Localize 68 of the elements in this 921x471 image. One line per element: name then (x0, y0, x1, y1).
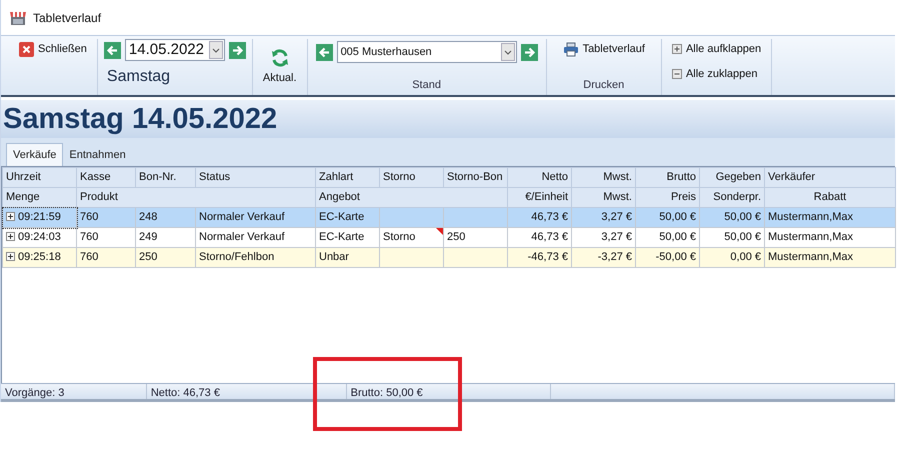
close-button[interactable]: Schließen (17, 39, 89, 60)
column-header[interactable]: Status (196, 168, 316, 188)
column-header[interactable]: Netto (508, 168, 572, 188)
expand-all-button[interactable]: Alle aufklappen (670, 39, 764, 60)
previous-stand-button[interactable] (316, 44, 333, 60)
column-header[interactable]: Bon-Nr. (136, 168, 196, 188)
column-header[interactable]: Verkäufer (764, 168, 896, 188)
column-header[interactable]: Rabatt (764, 188, 896, 208)
table-cell: -50,00 € (636, 248, 700, 268)
left-arrow-icon (106, 44, 119, 56)
printer-icon (562, 42, 579, 57)
print-button[interactable]: Tabletverlauf (560, 39, 647, 60)
page-heading: Samstag 14.05.2022 (1, 100, 895, 138)
column-header[interactable]: Zahlart (316, 168, 380, 188)
column-header[interactable]: Gegeben (700, 168, 764, 188)
column-header[interactable]: Brutto (636, 168, 700, 188)
column-header[interactable]: Storno-Bon (444, 168, 508, 188)
left-arrow-icon (318, 46, 331, 58)
status-text: Vorgänge: 3 (1, 384, 147, 399)
column-header[interactable]: Produkt (76, 188, 316, 208)
table-cell: -46,73 € (508, 248, 572, 268)
dropdown-icon[interactable] (208, 41, 223, 59)
table-cell: -3,27 € (572, 248, 636, 268)
column-header[interactable]: €/Einheit (508, 188, 572, 208)
group-label: Drucken (582, 78, 626, 92)
status-text: Netto: 46,73 € (146, 384, 347, 399)
column-header[interactable]: Preis (636, 188, 700, 208)
next-stand-button[interactable] (520, 44, 538, 60)
weekday-label: Samstag (106, 67, 172, 87)
stand-dropdown[interactable]: 005 Musterhausen (336, 41, 517, 63)
column-header[interactable]: Kasse (76, 168, 136, 188)
shop-icon (9, 10, 27, 26)
time-text: 09:25:18 (18, 251, 61, 264)
column-header[interactable]: Storno (380, 168, 444, 188)
status-text: Brutto: 50,00 € (346, 384, 552, 399)
expand-icon[interactable] (6, 252, 15, 262)
column-header[interactable]: Sonderpr. (700, 188, 764, 208)
time-text: 09:21:59 (18, 211, 61, 224)
group-label: Stand (411, 78, 442, 92)
expand-icon[interactable] (6, 232, 15, 242)
right-arrow-icon (522, 46, 536, 58)
table-cell: Storno/Fehlbon (196, 248, 316, 268)
collapse-all-button[interactable]: Alle zuklappen (670, 64, 764, 84)
refresh-button[interactable]: Aktual. (260, 46, 299, 88)
plus-box-icon (672, 44, 682, 54)
column-header[interactable]: Menge (2, 188, 76, 208)
table-cell: Unbar (316, 248, 380, 268)
date-field[interactable]: 14.05.2022 (124, 39, 225, 61)
column-header[interactable]: Mwst. (572, 188, 636, 208)
right-arrow-icon (230, 44, 244, 56)
column-header[interactable]: Uhrzeit (2, 168, 76, 188)
refresh-icon (270, 48, 290, 68)
tab[interactable]: Entnahmen (63, 144, 132, 166)
table-cell: 0,00 € (700, 248, 764, 268)
dropdown-icon[interactable] (500, 43, 515, 61)
expand-icon[interactable] (6, 212, 15, 222)
tab[interactable]: Verkäufe (6, 142, 64, 166)
table-cell: 760 (76, 248, 136, 268)
table-cell: Mustermann,Max (764, 248, 896, 268)
window-title: Tabletverlauf (33, 10, 102, 26)
close-icon (19, 42, 34, 57)
time-text: 09:24:03 (18, 231, 61, 244)
column-header[interactable]: Mwst. (572, 168, 636, 188)
table-cell: 250 (136, 248, 196, 268)
column-header[interactable]: Angebot (316, 188, 508, 208)
previous-day-button[interactable] (104, 42, 121, 58)
next-day-button[interactable] (228, 42, 246, 58)
minus-box-icon (672, 68, 682, 79)
